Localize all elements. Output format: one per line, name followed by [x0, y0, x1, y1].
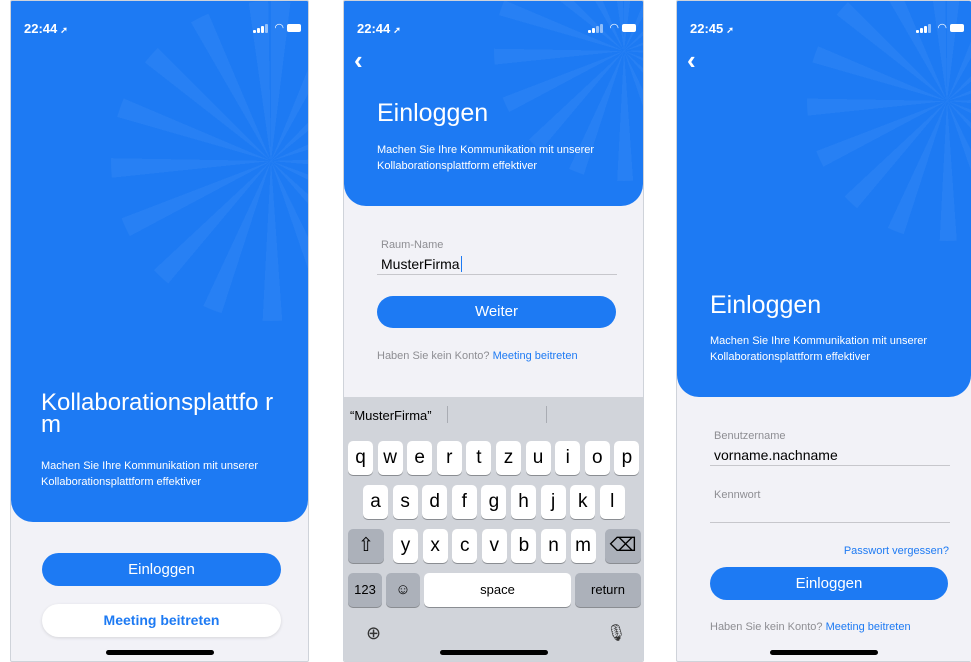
login-button[interactable]: Einloggen: [42, 553, 281, 586]
join-meeting-button[interactable]: Meeting beitreten: [42, 604, 281, 637]
key-a[interactable]: a: [363, 485, 388, 519]
numbers-key[interactable]: 123: [348, 573, 382, 607]
login-button[interactable]: Einloggen: [710, 567, 948, 600]
page-title: Einloggen: [710, 291, 822, 319]
key-q[interactable]: q: [348, 441, 373, 475]
join-meeting-link[interactable]: Meeting beitreten: [493, 350, 578, 362]
suggestion-bar: “MusterFirma”: [344, 397, 643, 430]
key-y[interactable]: y: [393, 529, 418, 563]
key-x[interactable]: x: [422, 529, 448, 563]
battery-icon: [287, 24, 301, 32]
text-caret: [460, 256, 463, 272]
key-k[interactable]: k: [570, 485, 596, 519]
key-z[interactable]: z: [496, 441, 521, 475]
status-time: 22:44 ➚: [357, 21, 401, 36]
page-title: Kollaborationsplattfo rm: [41, 389, 274, 438]
home-indicator: [439, 650, 548, 655]
back-chevron-icon[interactable]: ‹: [687, 47, 696, 73]
signal-icon: [588, 23, 603, 33]
key-i[interactable]: i: [555, 441, 581, 475]
page-title: Einloggen: [377, 99, 489, 127]
room-name-underline: [377, 274, 617, 275]
wifi-icon: ◠: [274, 22, 284, 34]
key-w[interactable]: w: [377, 441, 403, 475]
wifi-icon: ◠: [609, 22, 619, 34]
password-input[interactable]: [710, 503, 950, 521]
shift-key[interactable]: ⇧: [348, 529, 384, 563]
return-key[interactable]: return: [575, 573, 641, 607]
keyboard: “MusterFirma” qwertzuiop asdfghjkl yxcvb…: [344, 397, 643, 661]
key-p[interactable]: p: [614, 441, 640, 475]
key-c[interactable]: c: [452, 529, 478, 563]
key-s[interactable]: s: [392, 485, 418, 519]
forgot-password-link[interactable]: Passwort vergessen?: [844, 545, 949, 557]
key-m[interactable]: m: [570, 529, 596, 563]
status-bar: 22:44 ➚ ◠: [11, 1, 308, 45]
battery-icon: [622, 24, 636, 32]
suggestion-item[interactable]: “MusterFirma”: [350, 408, 432, 423]
room-name-input[interactable]: MusterFirma: [381, 256, 463, 272]
signup-hint: Haben Sie kein Konto? Meeting beitreten: [710, 621, 911, 633]
welcome-screen: 22:44 ➚ ◠ Kollaborationsplattfo rm Machen…: [10, 0, 309, 662]
key-f[interactable]: f: [451, 485, 477, 519]
key-o[interactable]: o: [584, 441, 610, 475]
backspace-key[interactable]: ⌫: [605, 529, 641, 563]
key-g[interactable]: g: [481, 485, 507, 519]
status-bar: 22:44 ➚ ◠: [344, 1, 643, 45]
hero-banner: [11, 1, 308, 522]
username-input[interactable]: vorname.nachname: [714, 447, 838, 463]
wifi-icon: ◠: [937, 22, 947, 34]
key-e[interactable]: e: [407, 441, 433, 475]
user-login-screen: 22:45 ➚ ◠ ‹ Einloggen Machen Sie Ihre Kom…: [676, 0, 971, 662]
home-indicator: [105, 650, 214, 655]
room-login-screen: 22:44 ➚ ◠ ‹ Einloggen Machen Sie Ihre Kom…: [343, 0, 644, 662]
username-label: Benutzername: [714, 430, 786, 442]
key-v[interactable]: v: [481, 529, 507, 563]
next-button[interactable]: Weiter: [377, 296, 616, 328]
page-subtitle: Machen Sie Ihre Kommunikation mit unsere…: [710, 335, 928, 363]
key-r[interactable]: r: [436, 441, 462, 475]
key-j[interactable]: j: [540, 485, 566, 519]
key-l[interactable]: l: [599, 485, 625, 519]
status-bar: 22:45 ➚ ◠: [677, 1, 971, 45]
password-label: Kennwort: [714, 489, 761, 501]
key-n[interactable]: n: [541, 529, 566, 563]
key-b[interactable]: b: [511, 529, 537, 563]
emoji-key[interactable]: ☺: [386, 573, 420, 607]
key-t[interactable]: t: [466, 441, 492, 475]
join-meeting-link[interactable]: Meeting beitreten: [826, 621, 911, 633]
signup-hint: Haben Sie kein Konto? Meeting beitreten: [377, 350, 578, 362]
back-chevron-icon[interactable]: ‹: [354, 47, 363, 73]
home-indicator: [770, 650, 878, 655]
status-time: 22:44 ➚: [24, 21, 68, 36]
space-key[interactable]: space: [424, 573, 571, 607]
status-time: 22:45 ➚: [690, 21, 734, 36]
key-u[interactable]: u: [525, 441, 551, 475]
microphone-icon[interactable]: 🎙: [606, 623, 626, 643]
room-name-label: Raum-Name: [381, 239, 444, 251]
battery-icon: [950, 24, 964, 32]
globe-icon[interactable]: ⊕: [366, 623, 381, 644]
signal-icon: [916, 23, 931, 33]
username-underline: [710, 465, 950, 466]
key-h[interactable]: h: [511, 485, 536, 519]
page-subtitle: Machen Sie Ihre Kommunikation mit unsere…: [377, 144, 595, 172]
signal-icon: [253, 23, 268, 33]
page-subtitle: Machen Sie Ihre Kommunikation mit unsere…: [41, 460, 259, 488]
key-d[interactable]: d: [422, 485, 448, 519]
password-underline: [710, 522, 950, 523]
